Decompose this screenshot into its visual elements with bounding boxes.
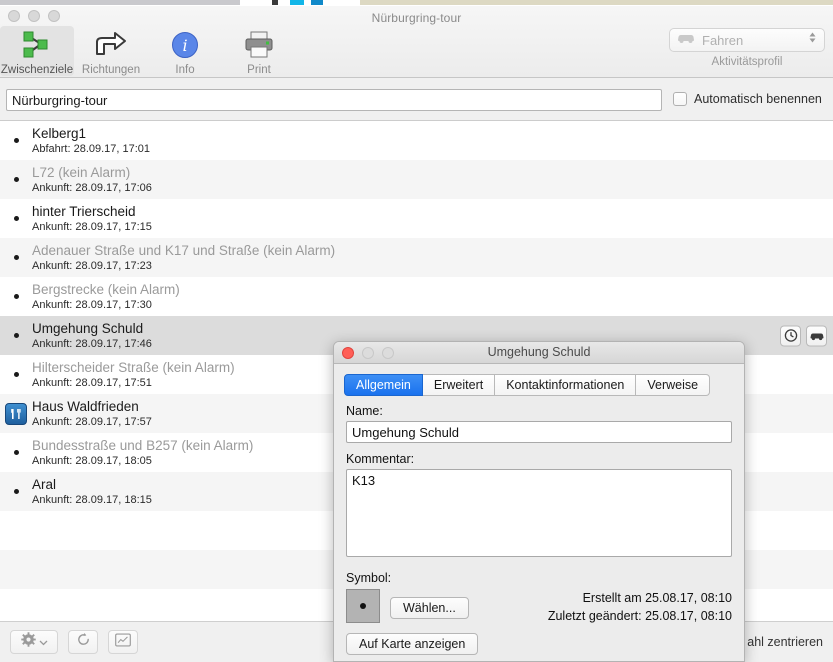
tab-verweise[interactable]: Verweise <box>636 374 711 396</box>
auto-name-checkbox[interactable] <box>673 92 687 106</box>
toolbar-button-zwischenziele[interactable]: Zwischenziele <box>0 26 74 76</box>
list-item-subtitle: Ankunft: 28.09.17, 17:46 <box>32 337 152 350</box>
activity-profile-caption: Aktivitätsprofil <box>711 56 783 68</box>
auto-name-group[interactable]: Automatisch benennen <box>673 92 822 106</box>
dot-icon <box>0 177 32 182</box>
list-item[interactable]: L72 (kein Alarm) Ankunft: 28.09.17, 17:0… <box>0 160 833 199</box>
svg-text:i: i <box>182 36 187 55</box>
toolbar-button-print[interactable]: Print <box>222 26 296 76</box>
clock-icon[interactable] <box>780 325 801 346</box>
list-item-title: Umgehung Schuld <box>32 320 144 336</box>
chevron-down-icon <box>39 633 48 651</box>
list-item-subtitle: Ankunft: 28.09.17, 18:15 <box>32 493 152 506</box>
list-item-subtitle: Abfahrt: 28.09.17, 17:01 <box>32 142 151 155</box>
car-icon <box>676 31 696 49</box>
dialog-dates: Erstellt am 25.08.17, 08:10 Zuletzt geän… <box>548 589 732 625</box>
printer-icon <box>222 28 296 62</box>
dot-icon <box>0 294 32 299</box>
toolbar-label-richtungen: Richtungen <box>81 64 141 76</box>
dialog-body: Name: Kommentar: Symbol: Wählen... Erste… <box>334 396 744 655</box>
tab-kontaktinformationen[interactable]: Kontaktinformationen <box>495 374 637 396</box>
directions-arrow-icon <box>74 28 148 62</box>
activity-profile-value: Fahren <box>702 32 744 48</box>
list-item-subtitle: Ankunft: 28.09.17, 17:51 <box>32 376 152 389</box>
created-text: Erstellt am 25.08.17, 08:10 <box>582 591 732 605</box>
show-on-map-button[interactable]: Auf Karte anzeigen <box>346 633 479 655</box>
toolbar-label-zwischenziele: Zwischenziele <box>0 64 74 76</box>
app-window: Nürburgring-tour Zwischenziele Richtunge… <box>0 0 833 662</box>
toolbar-button-info[interactable]: i Info <box>148 26 222 76</box>
waypoints-icon <box>0 28 74 62</box>
dialog-comment-label: Kommentar: <box>346 452 415 466</box>
car-icon[interactable] <box>806 325 827 346</box>
list-item-subtitle: Ankunft: 28.09.17, 17:06 <box>32 181 152 194</box>
list-item-title: L72 (kein Alarm) <box>32 164 131 180</box>
dot-icon <box>0 138 32 143</box>
list-item[interactable]: Adenauer Straße und K17 und Straße (kein… <box>0 238 833 277</box>
symbol-preview[interactable] <box>346 589 380 623</box>
tab-allgemein[interactable]: Allgemein <box>344 374 423 396</box>
dot-icon <box>0 489 32 494</box>
list-item-title: Haus Waldfrieden <box>32 398 139 414</box>
restaurant-icon <box>0 402 32 425</box>
activity-profile-group: Fahren Aktivitätsprofil <box>669 28 825 68</box>
list-item-subtitle: Ankunft: 28.09.17, 17:57 <box>32 415 152 428</box>
list-item-subtitle: Ankunft: 28.09.17, 17:23 <box>32 259 152 272</box>
list-item-title: Bergstrecke (kein Alarm) <box>32 281 180 297</box>
dot-icon <box>0 450 32 455</box>
dialog-name-label: Name: <box>346 404 383 418</box>
center-selection-label: ahl zentrieren <box>747 635 823 649</box>
gear-menu-button[interactable] <box>10 630 58 654</box>
dialog-symbol-label: Symbol: <box>346 571 392 585</box>
dialog-symbol-row: Wählen... Erstellt am 25.08.17, 08:10 Zu… <box>346 589 732 625</box>
list-item[interactable]: hinter Trierscheid Ankunft: 28.09.17, 17… <box>0 199 833 238</box>
activity-profile-popup[interactable]: Fahren <box>669 28 825 52</box>
choose-symbol-button[interactable]: Wählen... <box>390 597 469 619</box>
dot-icon <box>0 372 32 377</box>
info-circle-icon: i <box>148 28 222 62</box>
dialog-title: Umgehung Schuld <box>487 345 591 359</box>
list-item-subtitle: Ankunft: 28.09.17, 18:05 <box>32 454 152 467</box>
dialog-title-bar: Umgehung Schuld <box>334 342 744 364</box>
dot-icon <box>0 333 32 338</box>
window-title: Nürburgring-tour <box>371 11 462 25</box>
chart-button[interactable] <box>108 630 138 654</box>
list-item-subtitle: Ankunft: 28.09.17, 17:15 <box>32 220 152 233</box>
tab-erweitert[interactable]: Erweitert <box>422 374 496 396</box>
route-name-input[interactable] <box>6 89 662 111</box>
toolbar-label-info: Info <box>175 64 195 76</box>
toolbar-button-richtungen[interactable]: Richtungen <box>74 26 148 76</box>
bottom-bar-buttons <box>10 630 138 654</box>
chart-icon <box>115 632 131 652</box>
chevron-updown-icon <box>808 31 817 50</box>
list-item-title: Bundesstraße und B257 (kein Alarm) <box>32 437 254 453</box>
list-item-title: Kelberg1 <box>32 125 87 141</box>
dialog-name-input[interactable] <box>346 421 732 443</box>
dialog-comment-textarea[interactable] <box>346 469 732 557</box>
dot-icon <box>0 255 32 260</box>
list-item-title: hinter Trierscheid <box>32 203 136 219</box>
dot-icon <box>0 216 32 221</box>
list-item-title: Adenauer Straße und K17 und Straße (kein… <box>32 242 336 258</box>
gear-icon <box>20 632 36 652</box>
auto-name-label: Automatisch benennen <box>694 92 822 106</box>
dialog-tabs: Allgemein Erweitert Kontaktinformationen… <box>334 364 744 396</box>
list-item-title: Aral <box>32 476 57 492</box>
modified-text: Zuletzt geändert: 25.08.17, 08:10 <box>547 609 732 623</box>
toolbar-label-print: Print <box>247 64 271 76</box>
row-action-buttons <box>780 325 827 346</box>
list-item[interactable]: Kelberg1 Abfahrt: 28.09.17, 17:01 <box>0 121 833 160</box>
refresh-icon <box>76 632 91 652</box>
waypoint-dialog: Umgehung Schuld Allgemein Erweitert Kont… <box>333 341 745 662</box>
name-bar: Automatisch benennen <box>0 78 833 121</box>
refresh-button[interactable] <box>68 630 98 654</box>
list-item-title: Hilterscheider Straße (kein Alarm) <box>32 359 235 375</box>
list-item-subtitle: Ankunft: 28.09.17, 17:30 <box>32 298 152 311</box>
toolbar-items: Zwischenziele Richtungen i Info Print <box>0 26 296 76</box>
toolbar: Nürburgring-tour Zwischenziele Richtunge… <box>0 6 833 78</box>
list-item[interactable]: Bergstrecke (kein Alarm) Ankunft: 28.09.… <box>0 277 833 316</box>
